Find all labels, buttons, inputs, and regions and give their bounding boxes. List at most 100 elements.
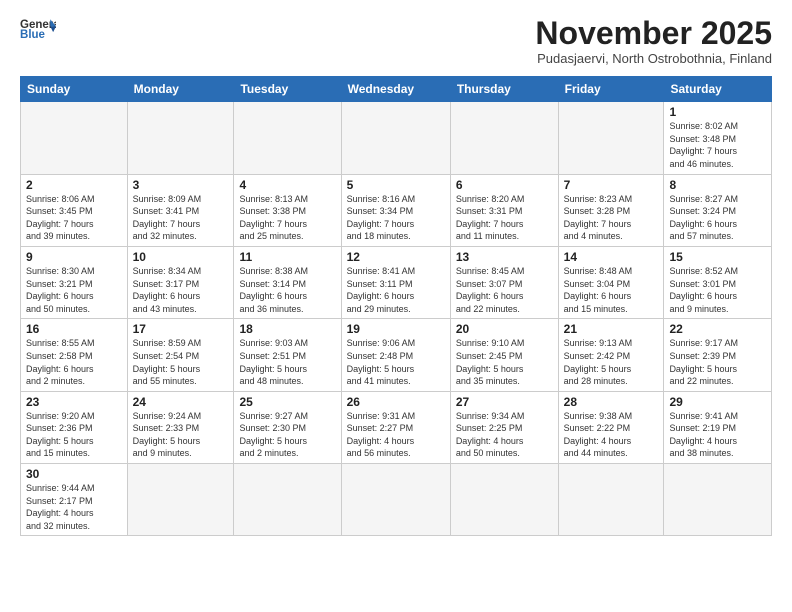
day-number: 19: [347, 322, 445, 336]
day-info: Sunrise: 8:20 AM Sunset: 3:31 PM Dayligh…: [456, 193, 553, 243]
col-wednesday: Wednesday: [341, 77, 450, 102]
calendar-cell: 12Sunrise: 8:41 AM Sunset: 3:11 PM Dayli…: [341, 246, 450, 318]
calendar-cell: [127, 464, 234, 536]
calendar-cell: 22Sunrise: 9:17 AM Sunset: 2:39 PM Dayli…: [664, 319, 772, 391]
day-info: Sunrise: 9:24 AM Sunset: 2:33 PM Dayligh…: [133, 410, 229, 460]
day-number: 16: [26, 322, 122, 336]
day-number: 30: [26, 467, 122, 481]
calendar-cell: [21, 102, 128, 174]
calendar-cell: [664, 464, 772, 536]
calendar-cell: 27Sunrise: 9:34 AM Sunset: 2:25 PM Dayli…: [450, 391, 558, 463]
day-info: Sunrise: 9:03 AM Sunset: 2:51 PM Dayligh…: [239, 337, 335, 387]
calendar-cell: 21Sunrise: 9:13 AM Sunset: 2:42 PM Dayli…: [558, 319, 664, 391]
calendar-cell: 13Sunrise: 8:45 AM Sunset: 3:07 PM Dayli…: [450, 246, 558, 318]
calendar-cell: 19Sunrise: 9:06 AM Sunset: 2:48 PM Dayli…: [341, 319, 450, 391]
day-number: 22: [669, 322, 766, 336]
calendar-cell: 16Sunrise: 8:55 AM Sunset: 2:58 PM Dayli…: [21, 319, 128, 391]
calendar-cell: 3Sunrise: 8:09 AM Sunset: 3:41 PM Daylig…: [127, 174, 234, 246]
day-info: Sunrise: 9:34 AM Sunset: 2:25 PM Dayligh…: [456, 410, 553, 460]
day-info: Sunrise: 9:38 AM Sunset: 2:22 PM Dayligh…: [564, 410, 659, 460]
day-info: Sunrise: 8:02 AM Sunset: 3:48 PM Dayligh…: [669, 120, 766, 170]
day-number: 5: [347, 178, 445, 192]
day-number: 29: [669, 395, 766, 409]
day-info: Sunrise: 8:16 AM Sunset: 3:34 PM Dayligh…: [347, 193, 445, 243]
calendar-cell: [234, 464, 341, 536]
day-number: 17: [133, 322, 229, 336]
day-info: Sunrise: 8:30 AM Sunset: 3:21 PM Dayligh…: [26, 265, 122, 315]
calendar-cell: 6Sunrise: 8:20 AM Sunset: 3:31 PM Daylig…: [450, 174, 558, 246]
day-info: Sunrise: 9:06 AM Sunset: 2:48 PM Dayligh…: [347, 337, 445, 387]
svg-text:Blue: Blue: [20, 29, 46, 41]
day-number: 24: [133, 395, 229, 409]
calendar-cell: [558, 102, 664, 174]
calendar-cell: 11Sunrise: 8:38 AM Sunset: 3:14 PM Dayli…: [234, 246, 341, 318]
day-info: Sunrise: 9:41 AM Sunset: 2:19 PM Dayligh…: [669, 410, 766, 460]
calendar-table: Sunday Monday Tuesday Wednesday Thursday…: [20, 76, 772, 536]
calendar-cell: [341, 102, 450, 174]
col-friday: Friday: [558, 77, 664, 102]
day-info: Sunrise: 8:48 AM Sunset: 3:04 PM Dayligh…: [564, 265, 659, 315]
day-info: Sunrise: 8:41 AM Sunset: 3:11 PM Dayligh…: [347, 265, 445, 315]
day-info: Sunrise: 8:52 AM Sunset: 3:01 PM Dayligh…: [669, 265, 766, 315]
calendar-week-row: 30Sunrise: 9:44 AM Sunset: 2:17 PM Dayli…: [21, 464, 772, 536]
calendar-cell: 1Sunrise: 8:02 AM Sunset: 3:48 PM Daylig…: [664, 102, 772, 174]
calendar-cell: 26Sunrise: 9:31 AM Sunset: 2:27 PM Dayli…: [341, 391, 450, 463]
calendar-header-row: Sunday Monday Tuesday Wednesday Thursday…: [21, 77, 772, 102]
calendar-cell: [450, 102, 558, 174]
calendar-cell: 8Sunrise: 8:27 AM Sunset: 3:24 PM Daylig…: [664, 174, 772, 246]
day-info: Sunrise: 8:13 AM Sunset: 3:38 PM Dayligh…: [239, 193, 335, 243]
day-number: 12: [347, 250, 445, 264]
day-number: 8: [669, 178, 766, 192]
location-subtitle: Pudasjaervi, North Ostrobothnia, Finland: [535, 51, 772, 66]
calendar-cell: [341, 464, 450, 536]
calendar-cell: 28Sunrise: 9:38 AM Sunset: 2:22 PM Dayli…: [558, 391, 664, 463]
day-info: Sunrise: 9:31 AM Sunset: 2:27 PM Dayligh…: [347, 410, 445, 460]
day-info: Sunrise: 8:55 AM Sunset: 2:58 PM Dayligh…: [26, 337, 122, 387]
calendar-cell: 7Sunrise: 8:23 AM Sunset: 3:28 PM Daylig…: [558, 174, 664, 246]
day-number: 26: [347, 395, 445, 409]
day-number: 7: [564, 178, 659, 192]
day-number: 10: [133, 250, 229, 264]
day-number: 13: [456, 250, 553, 264]
calendar-cell: 4Sunrise: 8:13 AM Sunset: 3:38 PM Daylig…: [234, 174, 341, 246]
day-number: 6: [456, 178, 553, 192]
day-number: 23: [26, 395, 122, 409]
day-number: 2: [26, 178, 122, 192]
day-number: 27: [456, 395, 553, 409]
page-header: General Blue November 2025 Pudasjaervi, …: [20, 16, 772, 66]
logo-icon: General Blue: [20, 16, 56, 44]
day-number: 14: [564, 250, 659, 264]
calendar-cell: 9Sunrise: 8:30 AM Sunset: 3:21 PM Daylig…: [21, 246, 128, 318]
calendar-cell: 14Sunrise: 8:48 AM Sunset: 3:04 PM Dayli…: [558, 246, 664, 318]
calendar-cell: [234, 102, 341, 174]
day-number: 9: [26, 250, 122, 264]
col-monday: Monday: [127, 77, 234, 102]
day-info: Sunrise: 9:10 AM Sunset: 2:45 PM Dayligh…: [456, 337, 553, 387]
calendar-week-row: 16Sunrise: 8:55 AM Sunset: 2:58 PM Dayli…: [21, 319, 772, 391]
calendar-week-row: 2Sunrise: 8:06 AM Sunset: 3:45 PM Daylig…: [21, 174, 772, 246]
calendar-cell: 29Sunrise: 9:41 AM Sunset: 2:19 PM Dayli…: [664, 391, 772, 463]
day-info: Sunrise: 9:44 AM Sunset: 2:17 PM Dayligh…: [26, 482, 122, 532]
calendar-cell: [127, 102, 234, 174]
day-info: Sunrise: 8:59 AM Sunset: 2:54 PM Dayligh…: [133, 337, 229, 387]
month-title: November 2025: [535, 16, 772, 51]
day-number: 4: [239, 178, 335, 192]
calendar-cell: 23Sunrise: 9:20 AM Sunset: 2:36 PM Dayli…: [21, 391, 128, 463]
day-number: 28: [564, 395, 659, 409]
day-number: 20: [456, 322, 553, 336]
day-info: Sunrise: 8:34 AM Sunset: 3:17 PM Dayligh…: [133, 265, 229, 315]
calendar-cell: 25Sunrise: 9:27 AM Sunset: 2:30 PM Dayli…: [234, 391, 341, 463]
calendar-cell: 20Sunrise: 9:10 AM Sunset: 2:45 PM Dayli…: [450, 319, 558, 391]
col-tuesday: Tuesday: [234, 77, 341, 102]
calendar-cell: 24Sunrise: 9:24 AM Sunset: 2:33 PM Dayli…: [127, 391, 234, 463]
day-info: Sunrise: 8:09 AM Sunset: 3:41 PM Dayligh…: [133, 193, 229, 243]
calendar-cell: 2Sunrise: 8:06 AM Sunset: 3:45 PM Daylig…: [21, 174, 128, 246]
day-info: Sunrise: 9:27 AM Sunset: 2:30 PM Dayligh…: [239, 410, 335, 460]
day-number: 25: [239, 395, 335, 409]
day-info: Sunrise: 8:06 AM Sunset: 3:45 PM Dayligh…: [26, 193, 122, 243]
calendar-week-row: 1Sunrise: 8:02 AM Sunset: 3:48 PM Daylig…: [21, 102, 772, 174]
col-thursday: Thursday: [450, 77, 558, 102]
day-info: Sunrise: 8:23 AM Sunset: 3:28 PM Dayligh…: [564, 193, 659, 243]
day-number: 11: [239, 250, 335, 264]
day-number: 1: [669, 105, 766, 119]
